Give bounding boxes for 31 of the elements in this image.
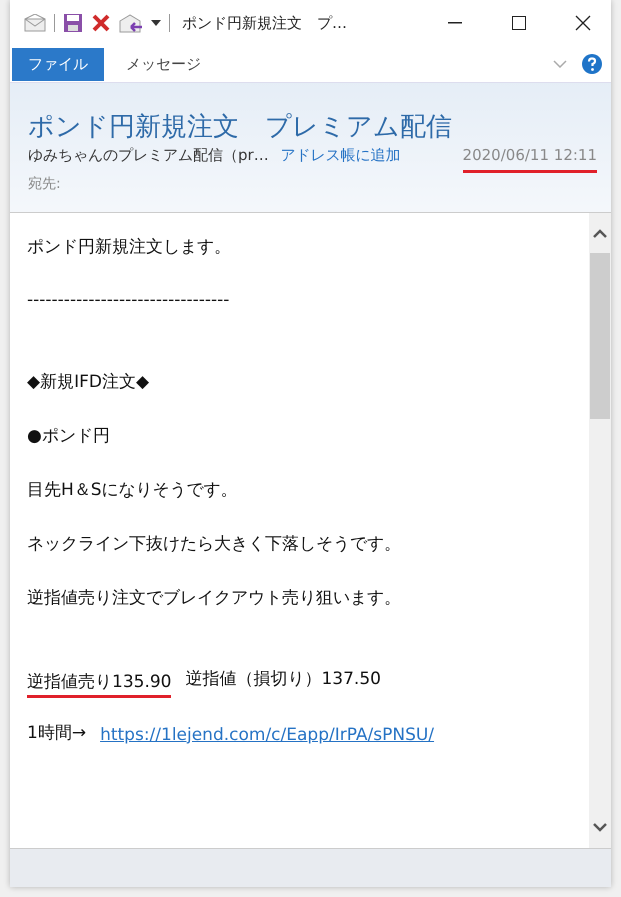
help-icon[interactable] <box>581 53 603 75</box>
message-subject: ポンド円新規注文 プレミアム配信 <box>28 111 453 144</box>
body-text: --------------------------------- <box>27 290 230 312</box>
body-text: ネックライン下抜けたら大きく下落しそうです。 <box>27 532 401 556</box>
to-label: 宛先: <box>28 175 61 193</box>
body-text: 目先H＆Sになりそうです。 <box>27 478 238 502</box>
sender-name: ゆみちゃんのプレミアム配信（pr… <box>28 146 269 165</box>
add-contact-link[interactable]: アドレス帳に追加 <box>280 146 401 165</box>
sent-date: 2020/06/11 12:11 <box>462 146 597 173</box>
save-icon[interactable] <box>63 13 83 33</box>
envelope-icon[interactable] <box>24 14 46 32</box>
body-text: ●ポンド円 <box>27 424 110 448</box>
maximize-icon[interactable] <box>512 16 526 30</box>
body-link[interactable]: https://1lejend.com/c/Eapp/IrPA/sPNSU/ <box>100 724 434 744</box>
scroll-up-icon[interactable] <box>592 227 608 239</box>
scroll-down-icon[interactable] <box>592 822 608 834</box>
window-title: ポンド円新規注文 プ… <box>182 14 348 32</box>
close-icon[interactable] <box>575 15 591 31</box>
ribbon-tab[interactable]: メッセージ <box>110 48 217 80</box>
body-text: 1時間→ <box>27 722 86 744</box>
body-text: 逆指値売り注文でブレイクアウト売り狙います。 <box>27 586 401 610</box>
body-text: 逆指値（損切り）137.50 <box>185 668 381 690</box>
scrollbar-thumb[interactable] <box>590 253 610 419</box>
minimize-icon[interactable] <box>448 22 462 24</box>
body-text: ポンド円新規注文します。 <box>27 236 231 258</box>
delete-icon[interactable] <box>91 13 111 33</box>
dropdown-caret-icon[interactable] <box>151 20 161 26</box>
body-text: 逆指値売り135.90 <box>27 670 172 698</box>
ribbon-tab[interactable]: ファイル <box>12 48 104 80</box>
body-text: ◆新規IFD注文◆ <box>27 370 150 394</box>
reply-envelope-icon[interactable] <box>119 13 143 33</box>
